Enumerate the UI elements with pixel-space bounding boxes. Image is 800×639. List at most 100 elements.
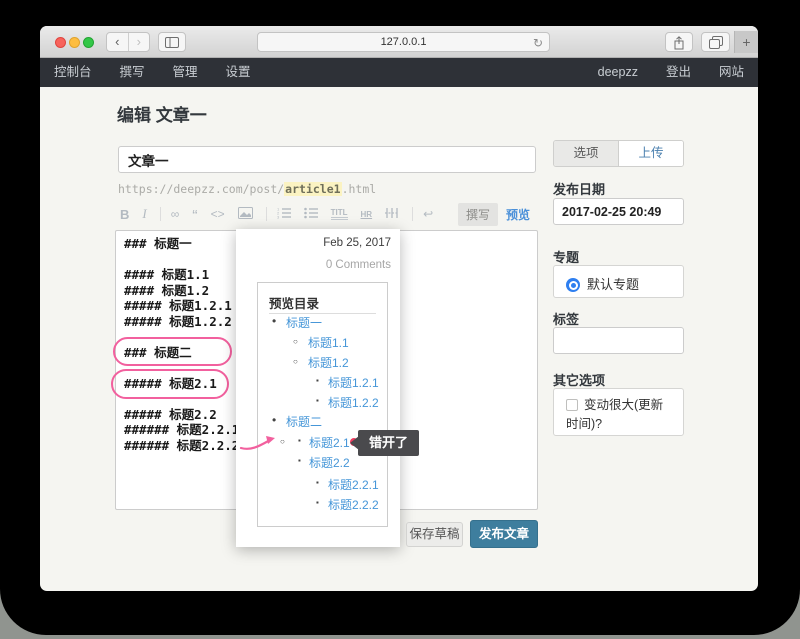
disc-bullet: •: [272, 413, 276, 427]
tags-input[interactable]: [553, 327, 684, 354]
toc-link[interactable]: 标题2.2.1: [328, 476, 379, 493]
other-options-label: 其它选项: [553, 370, 605, 389]
square-bullet: ▪: [316, 376, 319, 385]
save-draft-button[interactable]: 保存草稿: [406, 522, 463, 547]
nav-item-dashboard[interactable]: 控制台: [40, 58, 106, 87]
preview-date: Feb 25, 2017: [323, 237, 391, 249]
tab-overview-button[interactable]: [701, 32, 730, 52]
code-icon[interactable]: <>: [211, 207, 225, 221]
toc-title: 预览目录: [269, 293, 319, 312]
fence-icon[interactable]: [385, 207, 399, 222]
app-navbar: 控制台 撰写 管理 设置 deepzz 登出 网站: [40, 58, 758, 87]
svg-text:3: 3: [277, 214, 280, 219]
toc-link[interactable]: 标题1.2: [308, 354, 349, 371]
annotation-tooltip: 错开了: [358, 430, 419, 456]
topic-box: 默认专题: [553, 265, 684, 298]
tags-label: 标签: [553, 309, 579, 328]
nav-item-write[interactable]: 撰写: [106, 58, 159, 87]
other-options-box: 变动很大(更新时间)?: [553, 388, 684, 436]
square-bullet: ▪: [298, 456, 301, 465]
editor-toolbar: B I ∞ “ <> 123 TITL HR ↩ 撰写: [120, 202, 538, 226]
disc-bullet: •: [272, 314, 276, 328]
toc-link[interactable]: 标题二: [286, 413, 322, 430]
nav-item-manage[interactable]: 管理: [159, 58, 212, 87]
toc-link[interactable]: 标题一: [286, 314, 322, 331]
circle-bullet: ○: [293, 357, 298, 366]
browser-window: ‹ › 127.0.0.1 ↻: [40, 26, 758, 591]
toc-link[interactable]: 标题2.2: [309, 454, 350, 471]
heading-icon[interactable]: TITL: [331, 208, 348, 220]
annotation-arrow-icon: [239, 433, 281, 453]
sidebar-icon: [165, 37, 179, 48]
forward-button[interactable]: ›: [128, 33, 150, 51]
minimize-window-button[interactable]: [69, 37, 80, 48]
preview-toc-box: 预览目录 • 标题一 ○ 标题1.1 ○ 标题1.2 ▪ 标题1.2.1: [257, 282, 388, 527]
nav-item-username[interactable]: deepzz: [584, 58, 652, 87]
toolbar-divider: [266, 207, 267, 221]
tab-upload[interactable]: 上传: [619, 141, 683, 166]
toc-link[interactable]: 标题1.1: [308, 334, 349, 351]
nav-item-site[interactable]: 网站: [705, 58, 758, 87]
major-change-label: 变动很大(更新时间)?: [566, 398, 663, 431]
back-button[interactable]: ‹: [107, 33, 128, 51]
publish-date-label: 发布日期: [553, 179, 605, 198]
history-nav-buttons: ‹ ›: [106, 32, 150, 52]
major-change-option[interactable]: 变动很大(更新时间)?: [554, 389, 683, 443]
tabs-icon: [709, 36, 723, 49]
share-icon: [673, 36, 685, 50]
toc-link[interactable]: 标题1.2.1: [328, 374, 379, 391]
annotation-ellipse-heading2: [113, 337, 232, 366]
quote-icon[interactable]: “: [192, 212, 197, 222]
topic-label: 专题: [553, 247, 579, 266]
checkbox-unchecked-icon[interactable]: [566, 399, 578, 411]
toolbar-divider: [412, 207, 413, 221]
square-bullet: ▪: [298, 436, 301, 445]
radio-selected-icon[interactable]: [566, 278, 580, 292]
sidebar-toggle-button[interactable]: [158, 32, 186, 52]
undo-icon[interactable]: ↩: [423, 207, 433, 221]
permalink-slug: article1: [284, 182, 341, 196]
share-button[interactable]: [665, 32, 693, 52]
editor-mode-tabs: 撰写 预览: [458, 203, 538, 226]
tab-preview[interactable]: 预览: [498, 203, 538, 226]
bold-icon[interactable]: B: [120, 207, 129, 222]
horizontal-rule-icon[interactable]: HR: [361, 210, 373, 219]
address-bar[interactable]: 127.0.0.1 ↻: [257, 32, 550, 52]
close-window-button[interactable]: [55, 37, 66, 48]
screenshot-background: ‹ › 127.0.0.1 ↻: [0, 0, 800, 639]
ordered-list-icon[interactable]: 123: [277, 207, 291, 222]
annotation-ellipse-heading2-1: [111, 369, 229, 399]
italic-icon[interactable]: I: [142, 206, 146, 222]
toc-link[interactable]: 标题2.1: [309, 434, 350, 451]
square-bullet: ▪: [316, 396, 319, 405]
toc-link[interactable]: 标题1.2.2: [328, 394, 379, 411]
article-title-input[interactable]: [118, 146, 536, 173]
new-tab-button[interactable]: +: [734, 31, 758, 53]
link-icon[interactable]: ∞: [171, 207, 180, 221]
zoom-window-button[interactable]: [83, 37, 94, 48]
url-text: 127.0.0.1: [381, 36, 427, 48]
toc-link[interactable]: 标题2.2.2: [328, 496, 379, 513]
reload-icon[interactable]: ↻: [533, 34, 543, 52]
permalink-text: https://deepzz.com/post/article1.html: [118, 182, 376, 196]
square-bullet: ▪: [316, 498, 319, 507]
sidebar-tabs: 选项 上传: [553, 140, 684, 167]
permalink-suffix: .html: [342, 182, 377, 196]
toolbar-divider: [160, 207, 161, 221]
square-bullet: ▪: [316, 478, 319, 487]
unordered-list-icon[interactable]: [304, 207, 318, 222]
tab-write[interactable]: 撰写: [458, 203, 498, 226]
nav-item-logout[interactable]: 登出: [652, 58, 705, 87]
topic-option-row[interactable]: 默认专题: [554, 266, 683, 293]
preview-comments[interactable]: 0 Comments: [326, 259, 391, 271]
permalink-prefix: https://deepzz.com/post/: [118, 182, 284, 196]
nav-item-settings[interactable]: 设置: [212, 58, 265, 87]
tab-options[interactable]: 选项: [554, 141, 619, 166]
page-title: 编辑 文章一: [117, 101, 207, 126]
publish-date-input[interactable]: [553, 198, 684, 225]
browser-titlebar: ‹ › 127.0.0.1 ↻: [40, 26, 758, 58]
publish-button[interactable]: 发布文章: [470, 520, 538, 548]
image-icon[interactable]: [238, 207, 253, 222]
circle-bullet: ○: [293, 337, 298, 346]
topic-option-label: 默认专题: [587, 277, 639, 292]
